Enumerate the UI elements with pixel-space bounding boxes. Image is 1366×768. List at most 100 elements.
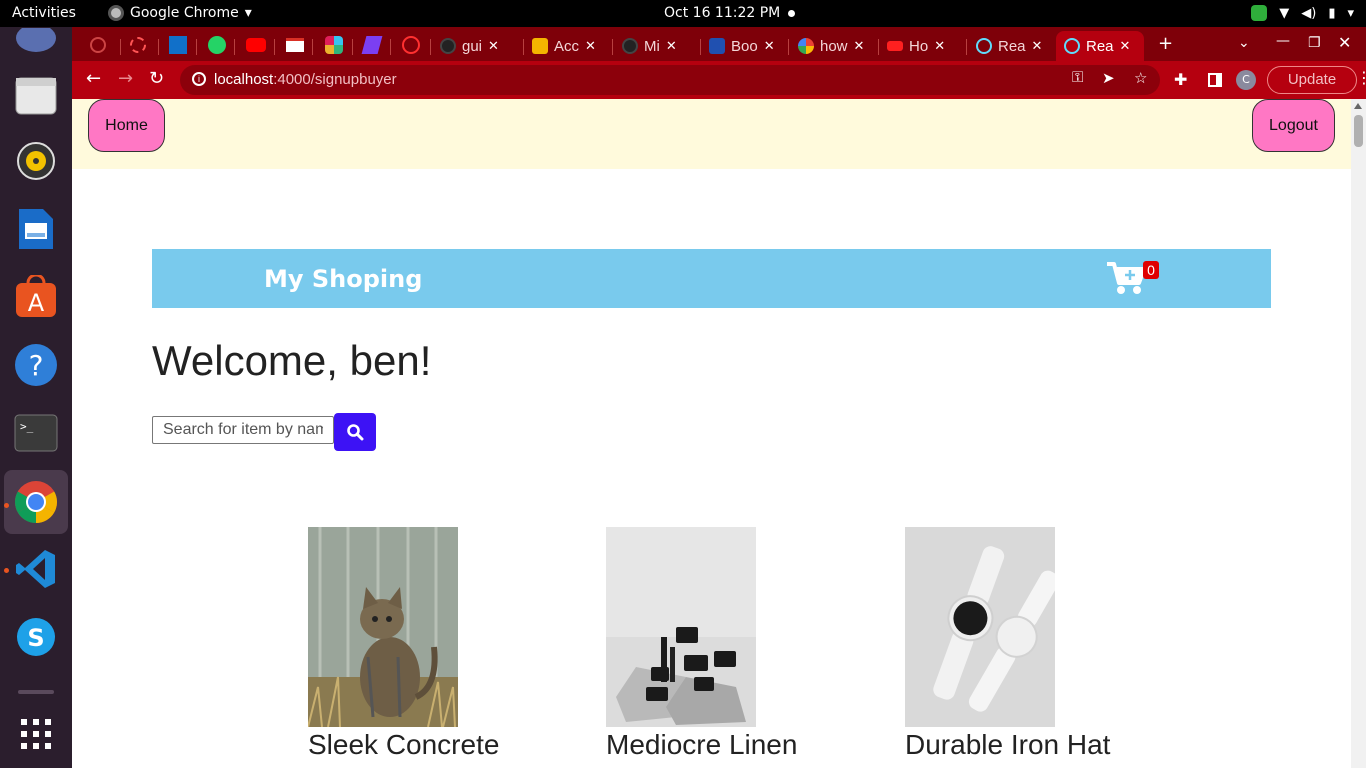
rhythmbox-icon[interactable] — [12, 137, 60, 185]
menu-kebab-icon[interactable]: ⋮ — [1356, 68, 1366, 87]
svg-text:A: A — [28, 289, 45, 317]
close-icon[interactable]: ✕ — [854, 38, 865, 54]
slides-icon — [532, 38, 548, 54]
skype-icon[interactable]: S — [12, 613, 60, 661]
files-icon[interactable] — [12, 71, 60, 119]
security-shield-icon[interactable] — [1251, 5, 1268, 21]
pinned-tab-globe-icon[interactable] — [402, 36, 420, 54]
running-indicator — [4, 568, 9, 573]
profile-avatar[interactable]: C — [1236, 70, 1256, 90]
update-button[interactable]: Update — [1267, 66, 1357, 94]
tab-separator — [352, 39, 353, 55]
svg-text:S: S — [27, 624, 44, 652]
search-icon — [347, 424, 364, 441]
forward-button[interactable]: → — [118, 68, 133, 89]
libreoffice-writer-icon[interactable] — [12, 205, 60, 253]
scrollbar-thumb[interactable] — [1354, 115, 1363, 147]
product-name: Sleek Concrete — [308, 729, 500, 760]
shopping-cart-icon[interactable] — [1107, 261, 1147, 300]
side-panel-icon[interactable] — [1208, 73, 1222, 87]
browser-tab-strip: gui ✕ Acc ✕ Mi ✕ Boo ✕ how ✕ Ho ✕ Rea ✕ … — [72, 27, 1366, 61]
close-window-button[interactable]: ✕ — [1338, 33, 1351, 52]
vscode-icon[interactable] — [12, 545, 60, 593]
close-icon[interactable]: ✕ — [488, 38, 499, 54]
ubuntu-software-icon[interactable]: A — [12, 273, 60, 321]
tab-separator — [312, 39, 313, 55]
help-icon[interactable]: ? — [12, 341, 60, 389]
tab-react-1[interactable]: Rea ✕ — [976, 31, 1054, 61]
firefox-icon[interactable] — [12, 19, 60, 67]
page-viewport: Home Logout My Shoping 0 Welcome, ben! S… — [72, 99, 1351, 768]
pinned-tab-github-icon[interactable] — [90, 37, 106, 53]
pinned-tab-gmail-icon[interactable] — [286, 38, 304, 52]
tab-boo[interactable]: Boo ✕ — [709, 31, 789, 61]
shop-banner: My Shoping 0 — [152, 249, 1271, 308]
pinned-tab-whatsapp-icon[interactable] — [208, 36, 226, 54]
key-icon[interactable]: ⚿ — [1072, 69, 1083, 86]
site-info-icon[interactable]: i — [192, 72, 206, 86]
system-tray[interactable]: ▼ ◀) ▮ ▾ — [1251, 5, 1354, 21]
reload-button[interactable]: ↻ — [149, 68, 164, 89]
new-tab-button[interactable]: + — [1158, 33, 1173, 54]
tab-ho[interactable]: Ho ✕ — [887, 31, 967, 61]
chevron-down-icon: ▾ — [244, 5, 252, 21]
close-icon[interactable]: ✕ — [934, 38, 945, 54]
product-card[interactable]: Mediocre Linen — [606, 527, 797, 761]
clock[interactable]: Oct 16 11:22 PM — [664, 5, 780, 21]
pinned-tab-settings-icon[interactable] — [130, 37, 146, 53]
tab-separator — [234, 39, 235, 55]
product-name: Mediocre Linen — [606, 729, 798, 760]
product-image-watches[interactable] — [905, 527, 1055, 727]
show-applications-icon[interactable] — [12, 710, 60, 758]
tab-mi[interactable]: Mi ✕ — [622, 31, 702, 61]
address-bar[interactable]: i localhost:4000/signupbuyer ⚿ ➤ ☆ — [180, 65, 1160, 95]
back-button[interactable]: ← — [86, 68, 101, 89]
svg-text:?: ? — [29, 349, 44, 382]
close-icon[interactable]: ✕ — [1120, 38, 1131, 54]
github-icon — [440, 38, 456, 54]
scroll-up-arrow-icon[interactable] — [1354, 103, 1362, 109]
page-scrollbar[interactable] — [1351, 99, 1366, 768]
close-icon[interactable]: ✕ — [666, 38, 677, 54]
tab-guide[interactable]: gui ✕ — [440, 31, 516, 61]
google-chrome-icon[interactable] — [4, 470, 68, 534]
product-card[interactable]: Sleek Concrete — [308, 527, 499, 761]
tab-separator — [430, 39, 431, 55]
app-menu[interactable]: Google Chrome ▾ — [108, 5, 252, 21]
tab-separator — [274, 39, 275, 55]
home-button[interactable]: Home — [88, 99, 165, 152]
tab-how[interactable]: how ✕ — [798, 31, 878, 61]
minimize-button[interactable]: — — [1276, 33, 1290, 49]
product-name: Durable Iron Hat — [905, 729, 1111, 760]
site-navbar: Home Logout — [72, 99, 1351, 169]
svg-text:>_: >_ — [20, 420, 34, 433]
close-icon[interactable]: ✕ — [585, 38, 596, 54]
product-card[interactable]: Durable Iron Hat — [905, 527, 1110, 761]
battery-icon: ▮ — [1328, 5, 1336, 21]
pinned-tab-youtube-icon[interactable] — [246, 38, 266, 52]
search-button[interactable] — [334, 413, 376, 451]
send-icon[interactable]: ➤ — [1102, 69, 1115, 87]
google-icon — [798, 38, 814, 54]
pinned-tab-slack-icon[interactable] — [325, 36, 343, 54]
tab-acc[interactable]: Acc ✕ — [532, 31, 608, 61]
tab-search-chevron-icon[interactable]: ⌄ — [1238, 35, 1250, 51]
running-indicator — [4, 503, 9, 508]
search-input[interactable] — [152, 416, 334, 444]
tab-separator — [158, 39, 159, 55]
notification-dot — [788, 10, 795, 17]
pinned-tab-json-icon[interactable] — [169, 36, 187, 54]
brand-title: My Shoping — [264, 265, 423, 293]
chrome-icon — [108, 5, 124, 21]
product-image-kitten[interactable] — [308, 527, 458, 727]
logout-button[interactable]: Logout — [1252, 99, 1335, 152]
terminal-icon[interactable]: >_ — [12, 409, 60, 457]
extensions-icon[interactable]: ✚ — [1174, 70, 1187, 89]
tab-react-active[interactable]: Rea ✕ — [1056, 31, 1144, 61]
close-icon[interactable]: ✕ — [1032, 38, 1043, 54]
bookmark-star-icon[interactable]: ☆ — [1134, 69, 1147, 87]
close-icon[interactable]: ✕ — [764, 38, 775, 54]
product-image-cosmetics[interactable] — [606, 527, 756, 727]
pinned-tab-app-icon[interactable] — [361, 36, 383, 54]
restore-button[interactable]: ❐ — [1308, 35, 1321, 51]
